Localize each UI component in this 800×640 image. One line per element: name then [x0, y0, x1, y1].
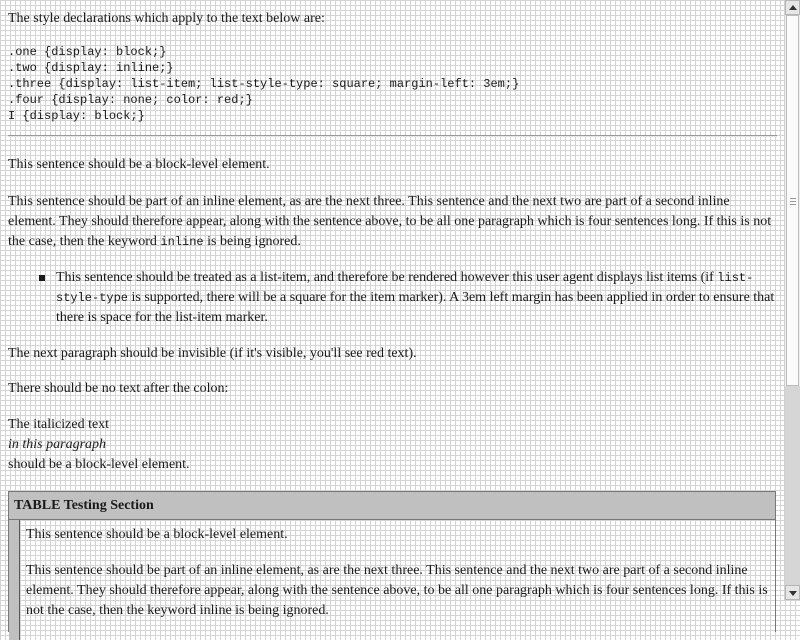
rule-line: .three {display: list-item; list-style-t… [8, 77, 520, 91]
italic-block-paragraph: The italicized text in this paragraph sh… [8, 415, 777, 475]
colon-notice: There should be no text after the colon: [8, 381, 229, 396]
list-item: This sentence should be treated as a lis… [39, 268, 777, 328]
rule-line: .one {display: block;} [8, 45, 167, 59]
vertical-scrollbar[interactable] [784, 0, 800, 600]
list-item-text-before: This sentence should be treated as a lis… [56, 270, 718, 285]
scroll-up-button[interactable] [785, 0, 800, 15]
horizontal-rule [8, 135, 777, 137]
arrow-down-icon [789, 591, 797, 596]
grip-icon [790, 198, 796, 205]
inline-text-after: is being ignored. [203, 234, 301, 249]
list-item-text: This sentence should be treated as a lis… [56, 268, 777, 328]
table-testing-section: TABLE Testing Section This sentence shou… [8, 491, 776, 640]
rule-line: .four {display: none; color: red;} [8, 93, 253, 107]
table-header: TABLE Testing Section [9, 492, 775, 520]
table-inline-paragraph: This sentence should be part of an inlin… [26, 563, 768, 618]
block-sentence: This sentence should be a block-level el… [8, 157, 270, 172]
table-side-cell [9, 520, 20, 640]
rule-line: I {display: block;} [8, 109, 145, 123]
square-bullet-icon [39, 275, 45, 281]
inline-text-before: This sentence should be part of an inlin… [8, 194, 772, 249]
style-declarations: .one {display: block;} .two {display: inl… [8, 44, 519, 124]
scroll-thumb[interactable] [786, 15, 799, 386]
inline-paragraph: This sentence should be part of an inlin… [8, 192, 777, 252]
scroll-track[interactable] [785, 386, 800, 585]
rule-line: .two {display: inline;} [8, 61, 174, 75]
italic-paragraph-line1: The italicized text [8, 417, 110, 432]
italic-text: in this paragraph [8, 437, 107, 452]
inline-keyword: inline [160, 235, 204, 249]
table-block-sentence: This sentence should be a block-level el… [26, 527, 288, 542]
scroll-down-button[interactable] [785, 585, 800, 600]
invisible-notice: The next paragraph should be invisible (… [8, 346, 417, 361]
list-item-text-after: is supported, there will be a square for… [56, 290, 775, 325]
italic-paragraph-line3: should be a block-level element. [8, 457, 190, 472]
arrow-up-icon [789, 5, 797, 10]
intro-text: The style declarations which apply to th… [8, 11, 325, 26]
italic-paragraph-italic: in this paragraph [8, 435, 777, 455]
